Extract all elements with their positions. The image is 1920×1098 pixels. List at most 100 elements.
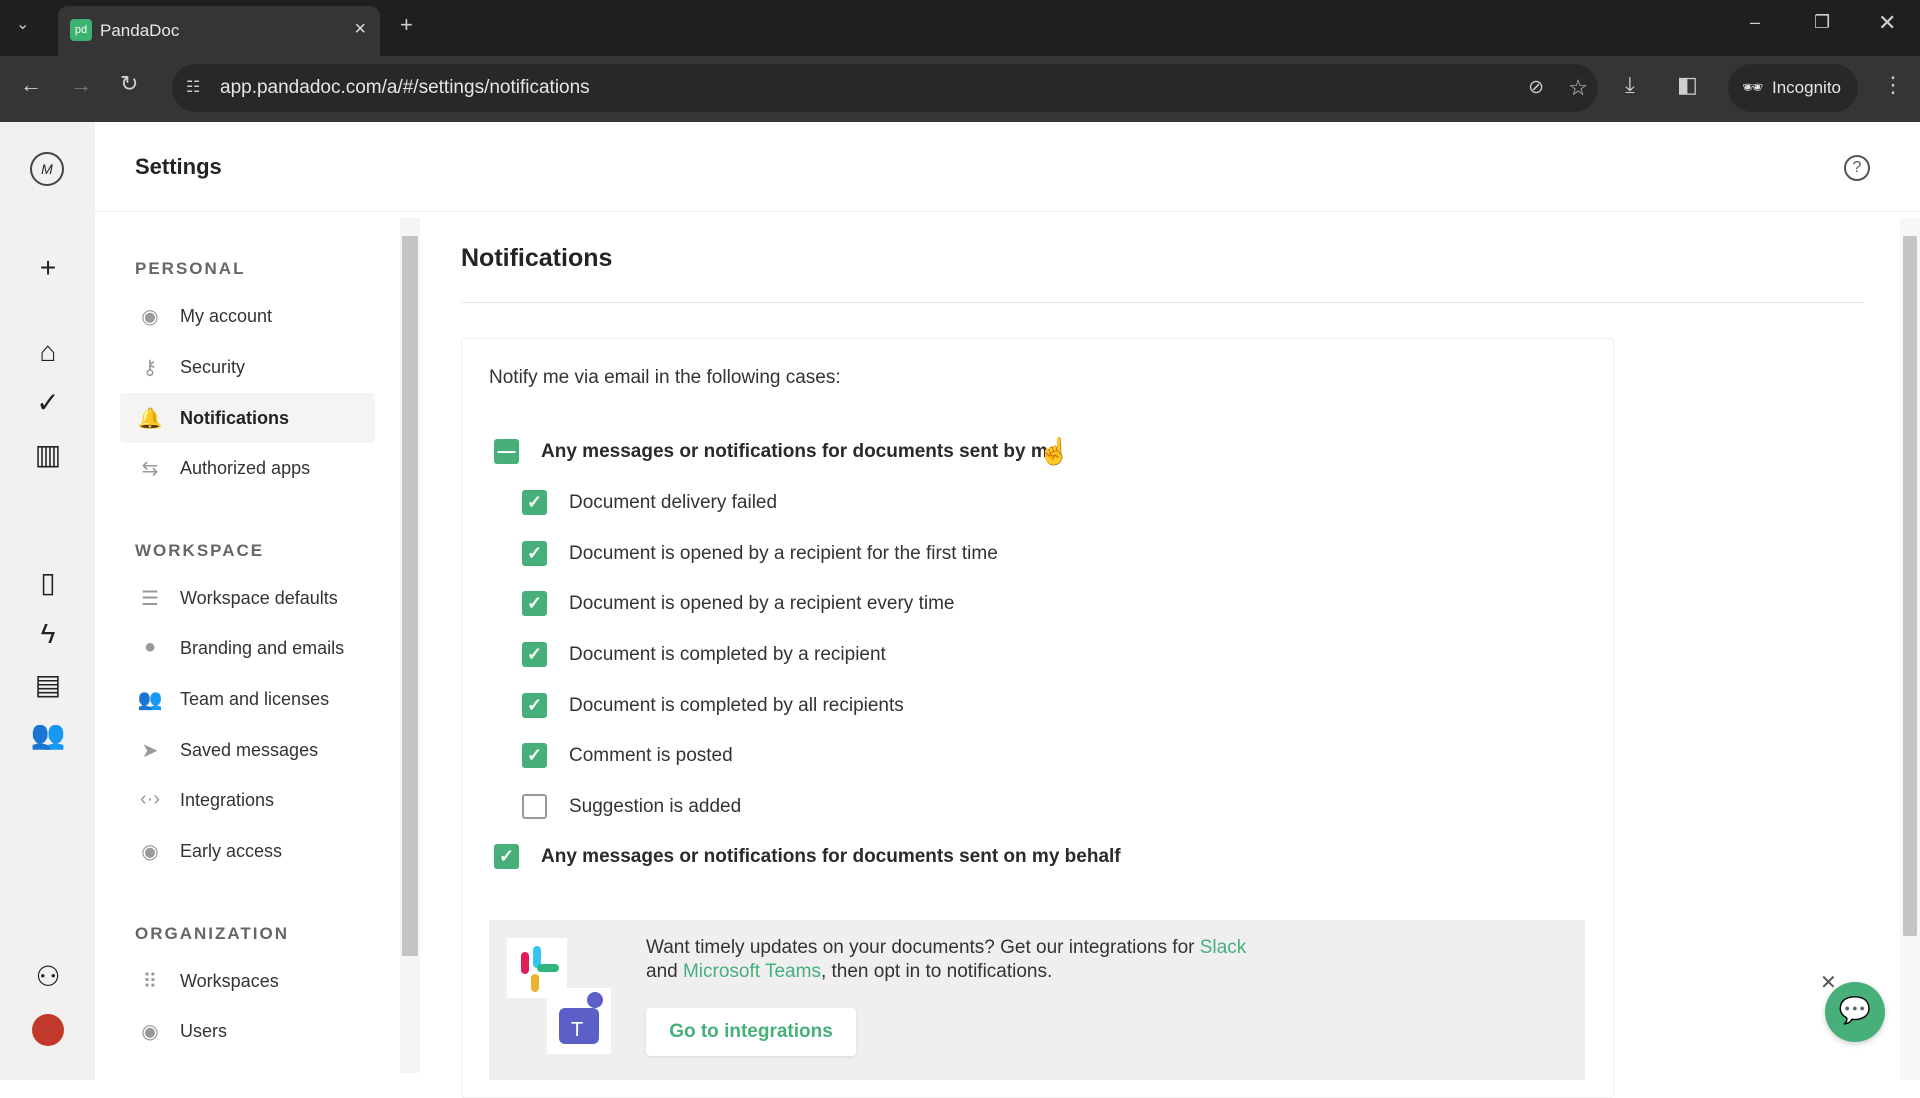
new-tab-icon[interactable]: + xyxy=(400,12,413,38)
checkbox-label: Document delivery failed xyxy=(569,491,778,513)
lightning-icon[interactable]: ϟ xyxy=(28,618,68,650)
download-icon[interactable]: ⤓ xyxy=(1625,72,1635,98)
mouse-cursor-icon: ☝ xyxy=(1038,436,1071,466)
workspace-logo[interactable]: M xyxy=(30,152,64,186)
add-user-icon[interactable]: ⚇ xyxy=(28,960,68,993)
checkbox-indeterminate[interactable]: — xyxy=(494,439,519,464)
option-opened-first-time[interactable]: ✓ Document is opened by a recipient for t… xyxy=(522,541,998,566)
site-info-icon[interactable]: ☷ xyxy=(186,64,200,112)
sidebar-scrollbar-thumb[interactable] xyxy=(402,236,418,956)
app-rail: M + ⌂ ✓ ▥ ▯ ϟ ▤ 👥 ⚇ xyxy=(0,122,95,1080)
banner-text-part: , then opt in to notifications. xyxy=(820,961,1053,982)
help-icon[interactable]: ? xyxy=(1844,155,1870,181)
pandadoc-favicon: pd xyxy=(70,19,92,41)
sidebar-item-security[interactable]: ⚷ Security xyxy=(120,342,375,392)
document-icon[interactable]: ▯ xyxy=(28,566,68,599)
checkbox-checked[interactable]: ✓ xyxy=(522,591,547,616)
option-suggestion-added[interactable]: Suggestion is added xyxy=(522,794,741,819)
menu-icon[interactable]: ⋮ xyxy=(1882,72,1904,98)
sidebar-item-workspaces[interactable]: ⠿ Workspaces xyxy=(120,956,375,1006)
team-icon: 👥 xyxy=(137,689,163,711)
checkbox-label: Document is completed by a recipient xyxy=(569,643,886,665)
option-opened-every-time[interactable]: ✓ Document is opened by a recipient every… xyxy=(522,591,954,616)
minimize-icon[interactable]: – xyxy=(1750,12,1760,33)
code-icon: ‹·› xyxy=(140,788,160,810)
bar-chart-icon[interactable]: ▥ xyxy=(28,438,68,471)
sidebar-item-label: Integrations xyxy=(180,789,275,810)
checkbox-checked[interactable]: ✓ xyxy=(522,642,547,667)
user-circle-icon: ◉ xyxy=(141,306,159,328)
page-title: Settings xyxy=(135,154,222,179)
teams-link[interactable]: Microsoft Teams xyxy=(683,961,821,982)
close-tab-icon[interactable]: × xyxy=(354,18,366,41)
sidebar-item-my-account[interactable]: ◉ My account xyxy=(120,291,375,341)
sliders-icon: ☰ xyxy=(141,588,159,610)
sidebar-item-label: Notifications xyxy=(180,407,290,428)
slack-link[interactable]: Slack xyxy=(1200,937,1246,958)
home-icon[interactable]: ⌂ xyxy=(28,336,68,368)
palette-icon: ● xyxy=(143,636,157,658)
sidebar-item-authorized-apps[interactable]: ⇆ Authorized apps xyxy=(120,443,375,493)
option-comment-posted[interactable]: ✓ Comment is posted xyxy=(522,743,733,768)
checkbox-checked[interactable]: ✓ xyxy=(494,844,519,869)
tab-search-icon[interactable]: ⌄ xyxy=(16,14,29,34)
checkbox-checked[interactable]: ✓ xyxy=(522,541,547,566)
sidebar-item-notifications[interactable]: 🔔 Notifications xyxy=(120,393,375,443)
banner-text-part: and xyxy=(646,961,683,982)
incognito-icon: 🕶 xyxy=(1742,78,1764,97)
checkbox-unchecked[interactable] xyxy=(522,794,547,819)
key-icon: ⚷ xyxy=(142,357,158,379)
contacts-icon[interactable]: 👥 xyxy=(28,718,68,751)
restore-icon[interactable]: ❐ xyxy=(1814,12,1830,33)
incognito-label: Incognito xyxy=(1772,78,1841,97)
go-to-integrations-button[interactable]: Go to integrations xyxy=(646,1008,856,1056)
section-title: Notifications xyxy=(461,244,613,272)
tab-title: PandaDoc xyxy=(100,21,180,40)
chat-button[interactable]: 💬 xyxy=(1825,982,1885,1042)
slack-teams-logo: T xyxy=(507,938,611,1054)
reload-icon[interactable]: ↻ xyxy=(120,71,138,97)
url-text: app.pandadoc.com/a/#/settings/notificati… xyxy=(220,77,590,98)
group-sent-on-behalf[interactable]: ✓ Any messages or notifications for docum… xyxy=(494,844,1121,869)
sidebar-item-label: Early access xyxy=(180,840,283,861)
checkbox-checked[interactable]: ✓ xyxy=(522,490,547,515)
sidebar-item-team[interactable]: 👥 Team and licenses xyxy=(120,674,375,724)
option-completed-by-all[interactable]: ✓ Document is completed by all recipients xyxy=(522,693,904,718)
sidebar-item-label: Workspaces xyxy=(180,970,279,991)
browser-tab[interactable]: pd PandaDoc × xyxy=(58,6,380,56)
browser-tab-bar: ⌄ pd PandaDoc × + – ❐ ✕ xyxy=(0,0,1920,56)
svg-text:T: T xyxy=(571,1019,583,1041)
option-completed-by-recipient[interactable]: ✓ Document is completed by a recipient xyxy=(522,642,886,667)
group-sent-by-me[interactable]: — Any messages or notifications for docum… xyxy=(494,439,1058,464)
intro-text: Notify me via email in the following cas… xyxy=(489,367,841,388)
nav-heading-organization: ORGANIZATION xyxy=(135,924,290,943)
sidebar-item-saved-messages[interactable]: ➤ Saved messages xyxy=(120,725,375,775)
check-circle-icon[interactable]: ✓ xyxy=(28,386,68,419)
templates-icon[interactable]: ▤ xyxy=(28,668,68,701)
banner-text-part: Want timely updates on your documents? G… xyxy=(646,937,1200,958)
sidebar-item-users[interactable]: ◉ Users xyxy=(120,1006,375,1056)
divider xyxy=(461,302,1863,303)
close-window-icon[interactable]: ✕ xyxy=(1878,10,1896,36)
url-input[interactable]: ☷ app.pandadoc.com/a/#/settings/notifica… xyxy=(172,64,1598,112)
option-delivery-failed[interactable]: ✓ Document delivery failed xyxy=(522,490,777,515)
eye-off-icon[interactable]: ⊘ xyxy=(1528,64,1544,112)
star-icon[interactable]: ☆ xyxy=(1568,64,1588,112)
main-scrollbar-thumb[interactable] xyxy=(1903,236,1917,936)
forward-icon[interactable]: → xyxy=(70,72,92,98)
checkbox-label: Document is completed by all recipients xyxy=(569,694,904,716)
checkbox-checked[interactable]: ✓ xyxy=(522,693,547,718)
sidebar-item-integrations[interactable]: ‹·› Integrations xyxy=(120,775,375,825)
sidebar-item-early-access[interactable]: ◉ Early access xyxy=(120,826,375,876)
sidebar-item-workspace-defaults[interactable]: ☰ Workspace defaults xyxy=(120,573,375,623)
sidebar-item-label: Saved messages xyxy=(180,739,319,760)
divider xyxy=(95,211,1920,212)
plus-icon[interactable]: + xyxy=(28,252,68,284)
side-panel-icon[interactable]: ◧ xyxy=(1677,72,1698,98)
sidebar-item-branding[interactable]: ● Branding and emails xyxy=(120,623,375,673)
back-icon[interactable]: ← xyxy=(20,72,42,98)
user-circle-icon: ◉ xyxy=(141,1021,159,1043)
checkbox-checked[interactable]: ✓ xyxy=(522,743,547,768)
incognito-badge[interactable]: 🕶 Incognito xyxy=(1728,64,1858,112)
avatar[interactable] xyxy=(32,1014,64,1046)
